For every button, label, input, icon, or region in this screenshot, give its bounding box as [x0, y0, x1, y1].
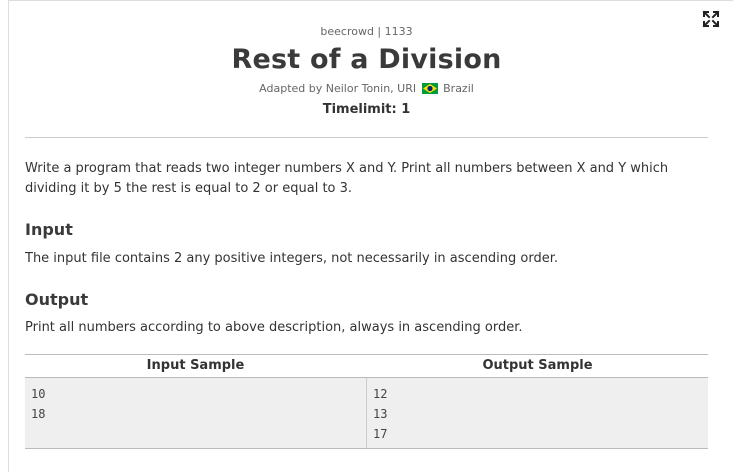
country-label: Brazil — [443, 82, 474, 95]
brazil-flag-icon — [421, 83, 438, 94]
samples-bottom-border — [25, 448, 708, 449]
input-sample-header: Input Sample — [146, 358, 245, 373]
timelimit: Timelimit: 1 — [322, 102, 411, 117]
output-sample-header: Output Sample — [482, 358, 593, 373]
input-sample-box: 10 18 — [25, 378, 366, 448]
problem-author: Adapted by Neilor Tonin, URI Brazil — [0, 82, 733, 95]
input-description: The input file contains 2 any positive i… — [25, 251, 559, 266]
input-sample-line: 10 — [31, 387, 46, 401]
output-sample-line: 13 — [373, 407, 388, 421]
problem-statement: Write a program that reads two integer n… — [25, 161, 669, 196]
output-sample-line: 12 — [373, 387, 388, 401]
output-heading: Output — [25, 290, 89, 309]
header-divider — [25, 137, 708, 138]
page-title: Rest of a Division — [231, 44, 502, 75]
samples-top-border — [25, 354, 708, 355]
output-sample-box: 12 13 17 — [367, 378, 708, 448]
output-description: Print all numbers according to above des… — [25, 320, 523, 335]
output-sample-line: 17 — [373, 427, 388, 441]
author-text: Adapted by Neilor Tonin, URI — [259, 82, 417, 95]
problem-source: beecrowd | 1133 — [320, 25, 413, 38]
input-sample-line: 18 — [31, 407, 46, 421]
input-heading: Input — [25, 220, 73, 239]
